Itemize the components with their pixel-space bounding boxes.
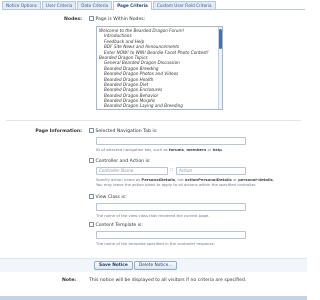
- note-text: This notice will be displayed to all vis…: [89, 278, 247, 283]
- view-class-row: View Class is:: [89, 194, 127, 200]
- nodes-list-item[interactable]: Bearded Dragon Laying and Breeding: [97, 103, 222, 108]
- note-label: Note:: [62, 278, 77, 283]
- template-hint: The name of the template specified in th…: [96, 241, 215, 246]
- view-class-checkbox-label: View Class is:: [95, 194, 127, 200]
- save-notice-button[interactable]: Save Notice: [94, 261, 133, 270]
- page-information-label: Page Information:: [35, 129, 82, 134]
- controller-action-input[interactable]: Action: [176, 167, 246, 175]
- bottom-bar: [0, 296, 307, 300]
- view-class-input[interactable]: [96, 203, 246, 211]
- view-class-checkbox[interactable]: [89, 194, 94, 199]
- tab-notice-options[interactable]: Notice Options: [2, 1, 41, 9]
- nodes-scrollbar-thumb[interactable]: [218, 29, 222, 49]
- tab-date-criteria[interactable]: Date Criteria: [77, 1, 113, 9]
- nodes-row: Page is Within Nodes:: [89, 16, 145, 22]
- template-input[interactable]: [96, 231, 246, 239]
- controller-checkbox[interactable]: [89, 158, 94, 163]
- nav-tab-row: Selected Navigation Tab is:: [89, 128, 158, 134]
- template-checkbox[interactable]: [89, 222, 94, 227]
- view-class-hint: The name of the view class that rendered…: [96, 213, 210, 218]
- nav-tab-checkbox-label: Selected Navigation Tab is:: [95, 128, 158, 134]
- nodes-scrollbar-track[interactable]: [218, 27, 222, 109]
- tab-bar: Notice Options User Criteria Date Criter…: [2, 1, 305, 10]
- nodes-list: Welcome to the Bearded Dragon Forum! Intr…: [97, 27, 222, 109]
- controller-hint-line2: You may leave the action blank to apply …: [96, 182, 257, 187]
- nodes-checkbox[interactable]: [89, 16, 94, 21]
- controller-name-input[interactable]: Controller Name: [96, 167, 168, 175]
- controller-action-separator: ::: [170, 168, 174, 173]
- nodes-label: Nodes:: [64, 17, 82, 22]
- nodes-listbox[interactable]: Welcome to the Bearded Dragon Forum! Intr…: [96, 26, 223, 110]
- controller-row: Controller and Action is:: [89, 158, 151, 164]
- divider: [6, 120, 301, 121]
- nodes-checkbox-label: Page is Within Nodes:: [95, 16, 146, 22]
- nav-tab-input[interactable]: [96, 137, 246, 145]
- delete-notice-button[interactable]: Delete Notice...: [134, 261, 178, 270]
- tab-custom-user-field-criteria[interactable]: Custom User Field Criteria: [152, 1, 216, 9]
- template-row: Content Template is:: [89, 222, 143, 228]
- tab-page-criteria[interactable]: Page Criteria: [113, 1, 152, 10]
- controller-checkbox-label: Controller and Action is:: [95, 158, 151, 164]
- nav-tab-checkbox[interactable]: [89, 128, 94, 133]
- template-checkbox-label: Content Template is:: [95, 222, 143, 228]
- tab-user-criteria[interactable]: User Criteria: [41, 1, 77, 9]
- nav-tab-hint: ID of selected navigation tab, such as f…: [96, 147, 224, 152]
